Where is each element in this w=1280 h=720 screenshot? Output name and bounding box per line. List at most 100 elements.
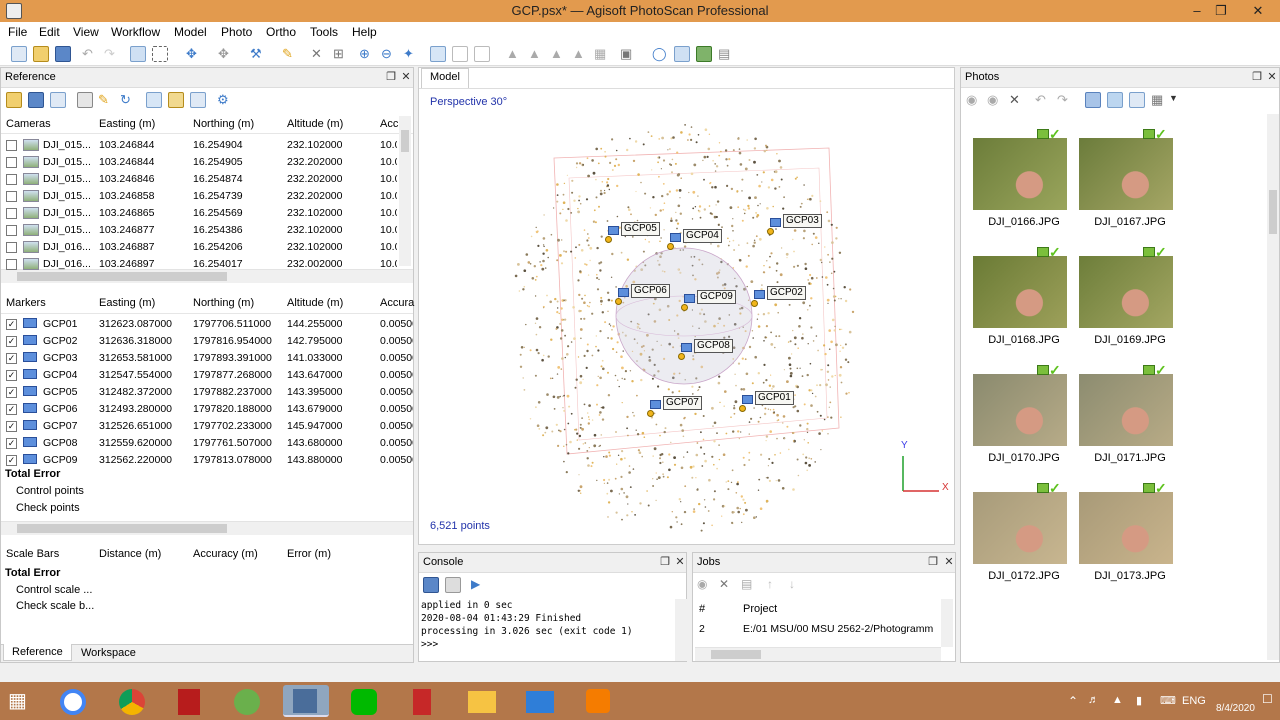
cameras-vscroll-thumb[interactable] (401, 130, 409, 152)
marker-altitude[interactable]: 142.795000 (287, 335, 342, 347)
photo-item[interactable]: ✓ DJI_0169.JPG (1075, 244, 1185, 354)
camera-altitude[interactable]: 232.002000 (287, 258, 342, 270)
col-marker-accuracy[interactable]: Accura (380, 297, 414, 309)
marker-easting[interactable]: 312623.087000 (99, 318, 172, 330)
camera-row[interactable]: DJI_015... 103.246858 16.254739 232.202000 1… (1, 188, 397, 205)
photos-close-icon[interactable]: ✕ (1266, 71, 1278, 83)
enable-cameras-icon[interactable]: ◉ (966, 92, 982, 108)
marker-northing[interactable]: 1797882.237000 (193, 386, 272, 398)
delete-selection-icon[interactable]: ✕ (311, 46, 327, 62)
marker-northing[interactable]: 1797820.188000 (193, 403, 272, 415)
photo-item[interactable]: ✓ DJI_0170.JPG (969, 362, 1079, 472)
camera-accuracy[interactable]: 10.0 (380, 190, 397, 202)
clear-icon[interactable] (50, 92, 66, 108)
gcp-point[interactable] (647, 410, 654, 417)
chrome-icon[interactable] (113, 685, 153, 717)
camera-easting[interactable]: 103.246865 (99, 207, 154, 219)
ruler-icon[interactable]: ⚒ (250, 46, 266, 62)
marker-accuracy[interactable]: 0.00500 (380, 369, 413, 381)
photoscan-taskbar-icon[interactable] (283, 685, 329, 717)
marker-checkbox[interactable]: ✓ (6, 421, 17, 432)
jobs-col-project[interactable]: Project (743, 603, 777, 615)
marker-altitude[interactable]: 145.947000 (287, 420, 342, 432)
jobs-remove-icon[interactable]: ✕ (719, 577, 735, 593)
marker-accuracy[interactable]: 0.00500 (380, 352, 413, 364)
marker-accuracy[interactable]: 0.00500 (380, 403, 413, 415)
gcp-point[interactable] (678, 353, 685, 360)
remove-cameras-icon[interactable]: ✕ (1009, 92, 1025, 108)
console-run-script-icon[interactable]: ▶ (471, 577, 487, 593)
show-images-icon[interactable] (696, 46, 712, 62)
marker-row[interactable]: ✓ GCP06 312493.280000 1797820.188000 143.679… (1, 401, 413, 418)
marker-easting[interactable]: 312636.318000 (99, 335, 172, 347)
view-mode-icon[interactable]: ▦ (1151, 92, 1167, 108)
camera-row[interactable]: DJI_015... 103.246844 16.254905 232.202000 1… (1, 154, 397, 171)
float-icon[interactable]: ❐ (385, 71, 397, 83)
marker-altitude[interactable]: 143.880000 (287, 454, 342, 466)
marker-checkbox[interactable]: ✓ (6, 438, 17, 449)
model-view[interactable]: Model Perspective 30° 6,521 points Y X G… (418, 67, 955, 545)
gcp-point[interactable] (605, 236, 612, 243)
show-cameras-icon[interactable] (430, 46, 446, 62)
start-button-icon[interactable]: ▦ (8, 691, 34, 713)
marker-altitude[interactable]: 143.679000 (287, 403, 342, 415)
marker-checkbox[interactable]: ✓ (6, 319, 17, 330)
camera-checkbox[interactable] (6, 174, 17, 185)
camera-row[interactable]: DJI_015... 103.246865 16.254569 232.102000 1… (1, 205, 397, 222)
photo-thumbnail[interactable] (973, 138, 1067, 210)
view-estimated-icon[interactable] (168, 92, 184, 108)
wireframe-icon[interactable]: ▲ (572, 46, 588, 62)
camera-checkbox[interactable] (6, 140, 17, 151)
redo-icon[interactable]: ↷ (104, 46, 120, 62)
col-distance[interactable]: Distance (m) (99, 548, 161, 560)
camera-row[interactable]: DJI_015... 103.246846 16.254874 232.202000 1… (1, 171, 397, 188)
keyboard-icon[interactable]: ⌨ (1160, 694, 1176, 707)
photo-thumbnail[interactable] (973, 492, 1067, 564)
menu-file[interactable]: File (8, 25, 27, 39)
marker-altitude[interactable]: 143.395000 (287, 386, 342, 398)
menu-view[interactable]: View (73, 25, 99, 39)
camera-accuracy[interactable]: 10.0 (380, 156, 397, 168)
camera-northing[interactable]: 16.254905 (193, 156, 243, 168)
open-icon[interactable] (33, 46, 49, 62)
camera-altitude[interactable]: 232.202000 (287, 190, 342, 202)
textured-icon[interactable]: ▦ (594, 46, 610, 62)
console-prompt[interactable]: >>> (421, 638, 675, 651)
tab-workspace[interactable]: Workspace (73, 646, 144, 660)
marker-checkbox[interactable]: ✓ (6, 404, 17, 415)
show-markers-icon[interactable] (674, 46, 690, 62)
view-errors-icon[interactable] (190, 92, 206, 108)
gcp-marker[interactable]: GCP09 (681, 290, 761, 320)
camera-easting[interactable]: 103.246877 (99, 224, 154, 236)
camera-northing[interactable]: 16.254874 (193, 173, 243, 185)
camera-easting[interactable]: 103.246844 (99, 139, 154, 151)
job-row-project[interactable]: E:/01 MSU/00 MSU 2562-2/Photogramm (743, 623, 941, 635)
marker-northing[interactable]: 1797702.233000 (193, 420, 272, 432)
tiled-model-icon[interactable]: ◯ (652, 46, 668, 62)
crop-icon[interactable]: ⊞ (333, 46, 349, 62)
camera-easting[interactable]: 103.246844 (99, 156, 154, 168)
gcp-point[interactable] (767, 228, 774, 235)
camera-northing[interactable]: 16.254739 (193, 190, 243, 202)
marker-altitude[interactable]: 141.033000 (287, 352, 342, 364)
camera-checkbox[interactable] (6, 242, 17, 253)
photo-item[interactable]: ✓ DJI_0166.JPG (969, 126, 1079, 236)
language-indicator[interactable]: ENG (1182, 695, 1206, 707)
camera-easting[interactable]: 103.246858 (99, 190, 154, 202)
photo-thumbnail[interactable] (1079, 138, 1173, 210)
camera-accuracy[interactable]: 10.0 (380, 139, 397, 151)
reset-view-icon[interactable]: ✦ (403, 46, 419, 62)
menu-model[interactable]: Model (174, 25, 207, 39)
disable-cameras-icon[interactable]: ◉ (987, 92, 1003, 108)
zoom-out-icon[interactable]: ⊖ (381, 46, 397, 62)
show-grid-icon[interactable] (452, 46, 468, 62)
markers-hscroll-thumb[interactable] (17, 524, 227, 533)
jobs-float-icon[interactable]: ❐ (927, 556, 939, 568)
photos-vscrollbar[interactable] (1267, 114, 1279, 660)
job-row-num[interactable]: 2 (699, 623, 705, 635)
marker-accuracy[interactable]: 0.00500 (380, 437, 413, 449)
marker-northing[interactable]: 1797877.268000 (193, 369, 272, 381)
filter-by-point-icon[interactable] (1107, 92, 1123, 108)
gcp-point[interactable] (615, 298, 622, 305)
settings-icon[interactable]: ⚙ (217, 92, 233, 108)
